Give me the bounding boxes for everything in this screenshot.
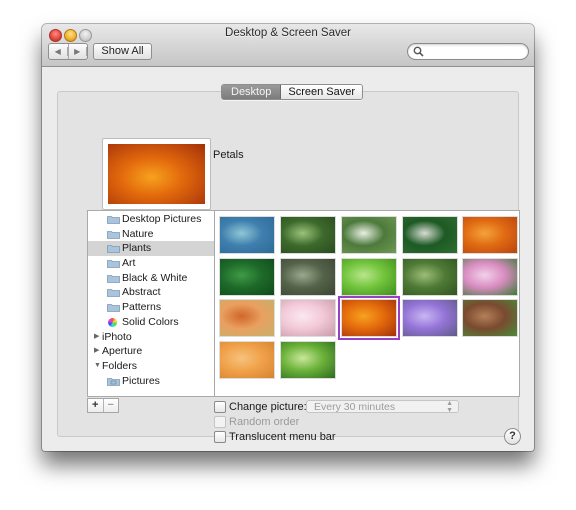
remove-folder-button[interactable]: − bbox=[104, 399, 119, 412]
interval-value: Every 30 minutes bbox=[314, 401, 396, 413]
tab-bar: Desktop Screen Saver bbox=[221, 84, 364, 100]
interval-popup[interactable]: Every 30 minutes ▲ ▼ bbox=[306, 400, 459, 414]
folder-icon bbox=[107, 304, 120, 313]
translucent-menu-bar-label: Translucent menu bar bbox=[229, 430, 336, 443]
source-list[interactable]: Desktop Pictures Nature Plants Art Black & W… bbox=[87, 210, 215, 397]
updown-arrows-icon: ▲ ▼ bbox=[446, 400, 453, 414]
wallpaper-preview-image bbox=[108, 144, 205, 204]
source-list-item[interactable]: ▶ Aperture bbox=[88, 344, 214, 359]
folder-icon bbox=[107, 216, 120, 224]
wallpaper-thumbnail[interactable] bbox=[341, 216, 397, 254]
source-list-item[interactable]: Patterns bbox=[88, 300, 214, 315]
folder-icon bbox=[107, 260, 120, 268]
wallpaper-thumbnail[interactable] bbox=[280, 258, 336, 296]
triangle-left-icon: ◀ bbox=[49, 47, 68, 56]
source-list-item-label: Aperture bbox=[102, 345, 143, 358]
source-list-item-label: Solid Colors bbox=[122, 315, 179, 328]
title-bar: Desktop & Screen Saver ◀ ▶ Show All bbox=[42, 24, 534, 67]
source-list-item-partial bbox=[88, 388, 214, 396]
source-list-item[interactable]: ▶ iPhoto bbox=[88, 330, 214, 345]
source-list-item-label: Black & White bbox=[122, 271, 188, 284]
wallpaper-thumbnail[interactable] bbox=[219, 216, 275, 254]
wallpaper-thumbnail[interactable] bbox=[462, 258, 518, 296]
add-folder-button[interactable]: + bbox=[88, 399, 104, 412]
change-picture-label: Change picture: bbox=[229, 400, 307, 413]
source-list-item[interactable]: ▼ Folders bbox=[88, 359, 214, 374]
wallpaper-thumbnail[interactable] bbox=[219, 341, 275, 379]
source-list-item-label: iPhoto bbox=[102, 330, 132, 343]
source-list-item-label: Desktop Pictures bbox=[122, 213, 202, 225]
source-list-item-label: Plants bbox=[122, 242, 152, 255]
back-button[interactable]: ◀ bbox=[49, 44, 69, 59]
color-wheel-icon bbox=[108, 317, 117, 327]
folder-icon bbox=[107, 245, 120, 254]
translucent-menu-bar-option[interactable]: Translucent menu bar bbox=[214, 430, 336, 443]
source-list-item[interactable]: Nature bbox=[88, 227, 214, 242]
source-list-item-label: Pictures bbox=[122, 374, 160, 387]
source-list-item-label: Nature bbox=[122, 227, 154, 240]
source-list-item[interactable]: Desktop Pictures bbox=[88, 212, 214, 227]
forward-button[interactable]: ▶ bbox=[69, 44, 87, 59]
source-list-item[interactable]: Abstract bbox=[88, 285, 214, 300]
help-button[interactable]: ? bbox=[504, 428, 521, 445]
folder-icon bbox=[107, 289, 120, 298]
current-wallpaper-name: Petals bbox=[213, 149, 244, 161]
wallpaper-grid bbox=[215, 210, 520, 397]
triangle-right-icon: ▶ bbox=[69, 47, 87, 56]
random-order-label: Random order bbox=[229, 415, 300, 428]
source-list-item[interactable]: Black & White bbox=[88, 271, 214, 286]
preferences-window: Desktop & Screen Saver ◀ ▶ Show All Desk… bbox=[42, 24, 534, 451]
random-order-option[interactable]: Random order bbox=[214, 415, 299, 428]
source-list-item[interactable]: Plants bbox=[88, 241, 214, 257]
current-wallpaper-preview bbox=[102, 138, 211, 210]
tab-screen-saver[interactable]: Screen Saver bbox=[281, 85, 363, 99]
disclosure-right-icon[interactable]: ▶ bbox=[94, 330, 99, 345]
source-list-item[interactable]: Solid Colors bbox=[88, 315, 214, 330]
wallpaper-thumbnail[interactable] bbox=[462, 216, 518, 254]
wallpaper-thumbnail[interactable] bbox=[280, 216, 336, 254]
search-icon bbox=[413, 46, 424, 57]
pictures-folder-icon bbox=[107, 377, 120, 386]
wallpaper-thumbnail[interactable] bbox=[219, 258, 275, 296]
source-list-item-label: Folders bbox=[102, 359, 138, 372]
search-field[interactable] bbox=[407, 43, 529, 60]
wallpaper-thumbnail[interactable] bbox=[338, 296, 400, 340]
change-picture-checkbox[interactable] bbox=[214, 400, 226, 413]
tab-panel: Petals Desktop Pictures Nature Plants Art Bl… bbox=[57, 91, 521, 445]
source-list-item-label: Abstract bbox=[122, 286, 161, 299]
wallpaper-thumbnail[interactable] bbox=[280, 341, 336, 379]
translucent-menu-bar-checkbox[interactable] bbox=[214, 430, 226, 443]
folder-icon bbox=[107, 274, 120, 283]
source-list-item[interactable]: Pictures bbox=[88, 374, 214, 389]
wallpaper-thumbnail[interactable] bbox=[402, 216, 458, 254]
source-list-item-label: Patterns bbox=[122, 301, 162, 314]
window-title: Desktop & Screen Saver bbox=[225, 27, 351, 39]
wallpaper-thumbnail[interactable] bbox=[402, 258, 458, 296]
disclosure-down-icon[interactable]: ▼ bbox=[94, 359, 101, 374]
source-list-item-label: Art bbox=[122, 257, 136, 270]
show-all-button[interactable]: Show All bbox=[93, 43, 152, 60]
random-order-checkbox[interactable] bbox=[214, 415, 226, 428]
wallpaper-thumbnail[interactable] bbox=[341, 258, 397, 296]
tab-desktop[interactable]: Desktop bbox=[222, 85, 282, 99]
wallpaper-thumbnail[interactable] bbox=[462, 299, 518, 337]
disclosure-right-icon[interactable]: ▶ bbox=[94, 344, 99, 359]
back-forward-control: ◀ ▶ bbox=[48, 43, 88, 60]
wallpaper-thumbnail[interactable] bbox=[402, 299, 458, 337]
wallpaper-thumbnail[interactable] bbox=[280, 299, 336, 337]
content-area: Desktop Screen Saver Petals Desktop Pict… bbox=[42, 67, 534, 451]
folder-icon bbox=[107, 230, 120, 239]
change-picture-option[interactable]: Change picture: bbox=[214, 400, 307, 413]
source-list-item[interactable]: Art bbox=[88, 256, 214, 271]
add-remove-control: + − bbox=[87, 398, 119, 413]
wallpaper-thumbnail[interactable] bbox=[219, 299, 275, 337]
